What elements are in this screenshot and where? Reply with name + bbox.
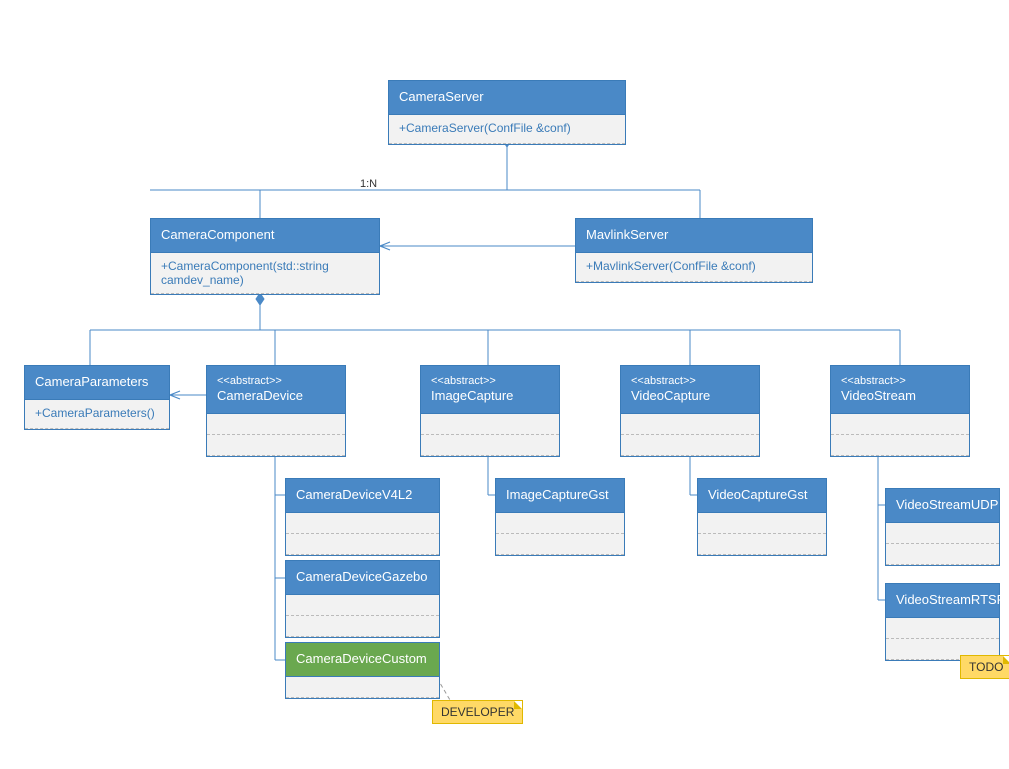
class-body-empty [698, 513, 826, 534]
class-title: VideoCaptureGst [698, 479, 826, 513]
class-camera-component: CameraComponent +CameraComponent(std::st… [150, 218, 380, 295]
class-video-stream-rtsp: VideoStreamRTSP [885, 583, 1000, 661]
class-title: CameraDeviceV4L2 [286, 479, 439, 513]
stereotype: <<abstract>> [841, 374, 959, 388]
class-title: <<abstract>> VideoStream [831, 366, 969, 414]
class-title: <<abstract>> ImageCapture [421, 366, 559, 414]
class-title: CameraDeviceGazebo [286, 561, 439, 595]
class-name: VideoStream [841, 388, 916, 403]
stereotype: <<abstract>> [631, 374, 749, 388]
class-camera-device-gazebo: CameraDeviceGazebo [285, 560, 440, 638]
class-title: CameraDeviceCustom [286, 643, 439, 677]
class-method: +CameraComponent(std::string camdev_name… [151, 253, 379, 294]
class-camera-device-custom: CameraDeviceCustom [285, 642, 440, 699]
class-body-empty [286, 616, 439, 637]
class-body-empty [698, 534, 826, 555]
class-body-empty [496, 534, 624, 555]
class-method: +CameraServer(ConfFile &conf) [389, 115, 625, 144]
class-camera-device: <<abstract>> CameraDevice [206, 365, 346, 457]
class-body-empty [286, 595, 439, 616]
class-title: CameraServer [389, 81, 625, 115]
note-developer: DEVELOPER [432, 700, 523, 724]
class-body-empty [621, 435, 759, 456]
stereotype: <<abstract>> [217, 374, 335, 388]
class-body-empty [496, 513, 624, 534]
class-body-empty [886, 618, 999, 639]
class-title: CameraComponent [151, 219, 379, 253]
stereotype: <<abstract>> [431, 374, 549, 388]
note-todo: TODO [960, 655, 1009, 679]
multiplicity-label: 1:N [360, 178, 377, 190]
class-camera-parameters: CameraParameters +CameraParameters() [24, 365, 170, 430]
class-body-empty [286, 513, 439, 534]
class-method: +MavlinkServer(ConfFile &conf) [576, 253, 812, 282]
class-image-capture-gst: ImageCaptureGst [495, 478, 625, 556]
class-body-empty [207, 435, 345, 456]
class-title: <<abstract>> CameraDevice [207, 366, 345, 414]
class-method: +CameraParameters() [25, 400, 169, 429]
class-body-empty [831, 435, 969, 456]
class-name: CameraDevice [217, 388, 303, 403]
class-video-stream: <<abstract>> VideoStream [830, 365, 970, 457]
class-video-stream-udp: VideoStreamUDP [885, 488, 1000, 566]
class-body-empty [831, 414, 969, 435]
class-title: MavlinkServer [576, 219, 812, 253]
class-body-empty [886, 544, 999, 565]
class-camera-device-v4l2: CameraDeviceV4L2 [285, 478, 440, 556]
class-body-empty [421, 414, 559, 435]
class-image-capture: <<abstract>> ImageCapture [420, 365, 560, 457]
class-name: VideoCapture [631, 388, 710, 403]
class-title: ImageCaptureGst [496, 479, 624, 513]
class-body-empty [207, 414, 345, 435]
class-body-empty [886, 523, 999, 544]
class-body-empty [286, 677, 439, 698]
class-title: CameraParameters [25, 366, 169, 400]
class-video-capture: <<abstract>> VideoCapture [620, 365, 760, 457]
class-body-empty [421, 435, 559, 456]
class-body-empty [621, 414, 759, 435]
class-video-capture-gst: VideoCaptureGst [697, 478, 827, 556]
class-camera-server: CameraServer +CameraServer(ConfFile &con… [388, 80, 626, 145]
class-mavlink-server: MavlinkServer +MavlinkServer(ConfFile &c… [575, 218, 813, 283]
class-body-empty [286, 534, 439, 555]
class-title: VideoStreamRTSP [886, 584, 999, 618]
class-title: VideoStreamUDP [886, 489, 999, 523]
class-name: ImageCapture [431, 388, 513, 403]
class-title: <<abstract>> VideoCapture [621, 366, 759, 414]
